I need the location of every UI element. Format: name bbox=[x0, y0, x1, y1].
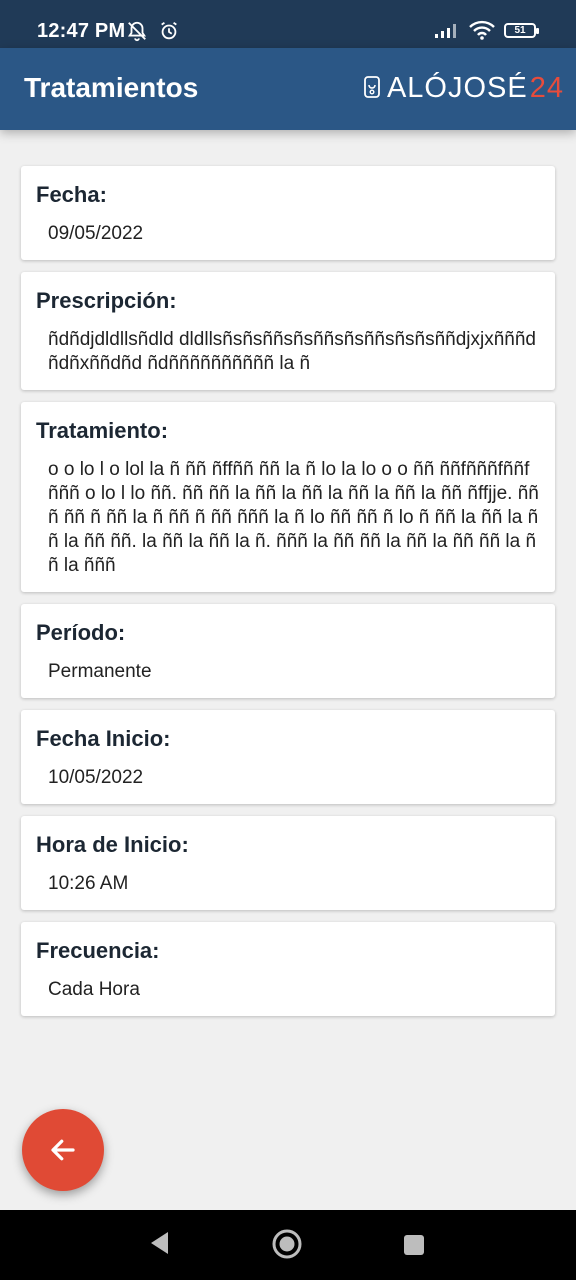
card-label: Tratamiento: bbox=[36, 418, 169, 443]
card-frecuencia: Frecuencia: Cada Hora bbox=[21, 922, 555, 1016]
card-label: Fecha: bbox=[36, 182, 107, 207]
card-periodo: Período: Permanente bbox=[21, 604, 555, 698]
nav-home-button[interactable] bbox=[271, 1228, 303, 1265]
card-fecha: Fecha: 09/05/2022 bbox=[21, 166, 555, 260]
wifi-icon bbox=[469, 20, 495, 40]
battery-level: 51 bbox=[514, 24, 526, 36]
home-circle-icon bbox=[272, 1229, 302, 1259]
app-logo: ALÓJOSÉ 24 bbox=[363, 72, 564, 105]
back-triangle-icon bbox=[151, 1232, 168, 1254]
battery-icon: 51 bbox=[504, 22, 539, 38]
card-label: Fecha Inicio: bbox=[36, 726, 171, 751]
arrow-left-icon bbox=[51, 1139, 75, 1161]
nav-back-button[interactable] bbox=[148, 1229, 172, 1262]
recents-square-icon bbox=[404, 1235, 424, 1255]
card-value: o o lo l o lol la ñ ññ ñffññ ññ la ñ lo … bbox=[48, 459, 539, 576]
card-value: 09/05/2022 bbox=[48, 223, 144, 244]
card-prescripcion: Prescripción: ñdñdjdldllsñdld dldllsñsñs… bbox=[21, 272, 555, 390]
status-right-icons: 51 bbox=[434, 20, 539, 40]
notifications-muted-icon bbox=[127, 21, 147, 42]
card-value: ñdñdjdldllsñdld dldllsñsñsññsñsññsñsññsñ… bbox=[48, 329, 536, 374]
card-value: 10:26 AM bbox=[48, 873, 129, 894]
back-button[interactable] bbox=[22, 1109, 104, 1191]
card-hora-inicio: Hora de Inicio: 10:26 AM bbox=[21, 816, 555, 910]
treatment-details: Fecha: 09/05/2022 Prescripción: ñdñdjdld… bbox=[21, 166, 555, 1016]
card-value: 10/05/2022 bbox=[48, 767, 144, 788]
nav-recents-button[interactable] bbox=[402, 1233, 426, 1262]
card-label: Período: bbox=[36, 620, 126, 645]
card-tratamiento: Tratamiento: o o lo l o lol la ñ ññ ñffñ… bbox=[21, 402, 555, 592]
card-value: Permanente bbox=[48, 661, 152, 682]
alarm-icon bbox=[161, 21, 177, 40]
card-fecha-inicio: Fecha Inicio: 10/05/2022 bbox=[21, 710, 555, 804]
logo-text: ALÓJOSÉ bbox=[386, 72, 528, 104]
status-left-icons bbox=[126, 20, 180, 42]
page-title: Tratamientos bbox=[24, 72, 199, 103]
logo-number: 24 bbox=[529, 72, 564, 104]
status-time: 12:47 PM bbox=[37, 20, 126, 42]
logo-stethoscope-icon bbox=[364, 75, 380, 98]
system-navigation-bar bbox=[0, 1210, 576, 1280]
card-label: Frecuencia: bbox=[36, 938, 160, 963]
card-label: Hora de Inicio: bbox=[36, 832, 189, 857]
app-bar: Tratamientos ALÓJOSÉ 24 bbox=[0, 48, 576, 130]
card-label: Prescripción: bbox=[36, 288, 177, 313]
status-bar: 12:47 PM 51 bbox=[0, 0, 576, 48]
signal-icon bbox=[435, 24, 456, 38]
card-value: Cada Hora bbox=[48, 979, 140, 1000]
